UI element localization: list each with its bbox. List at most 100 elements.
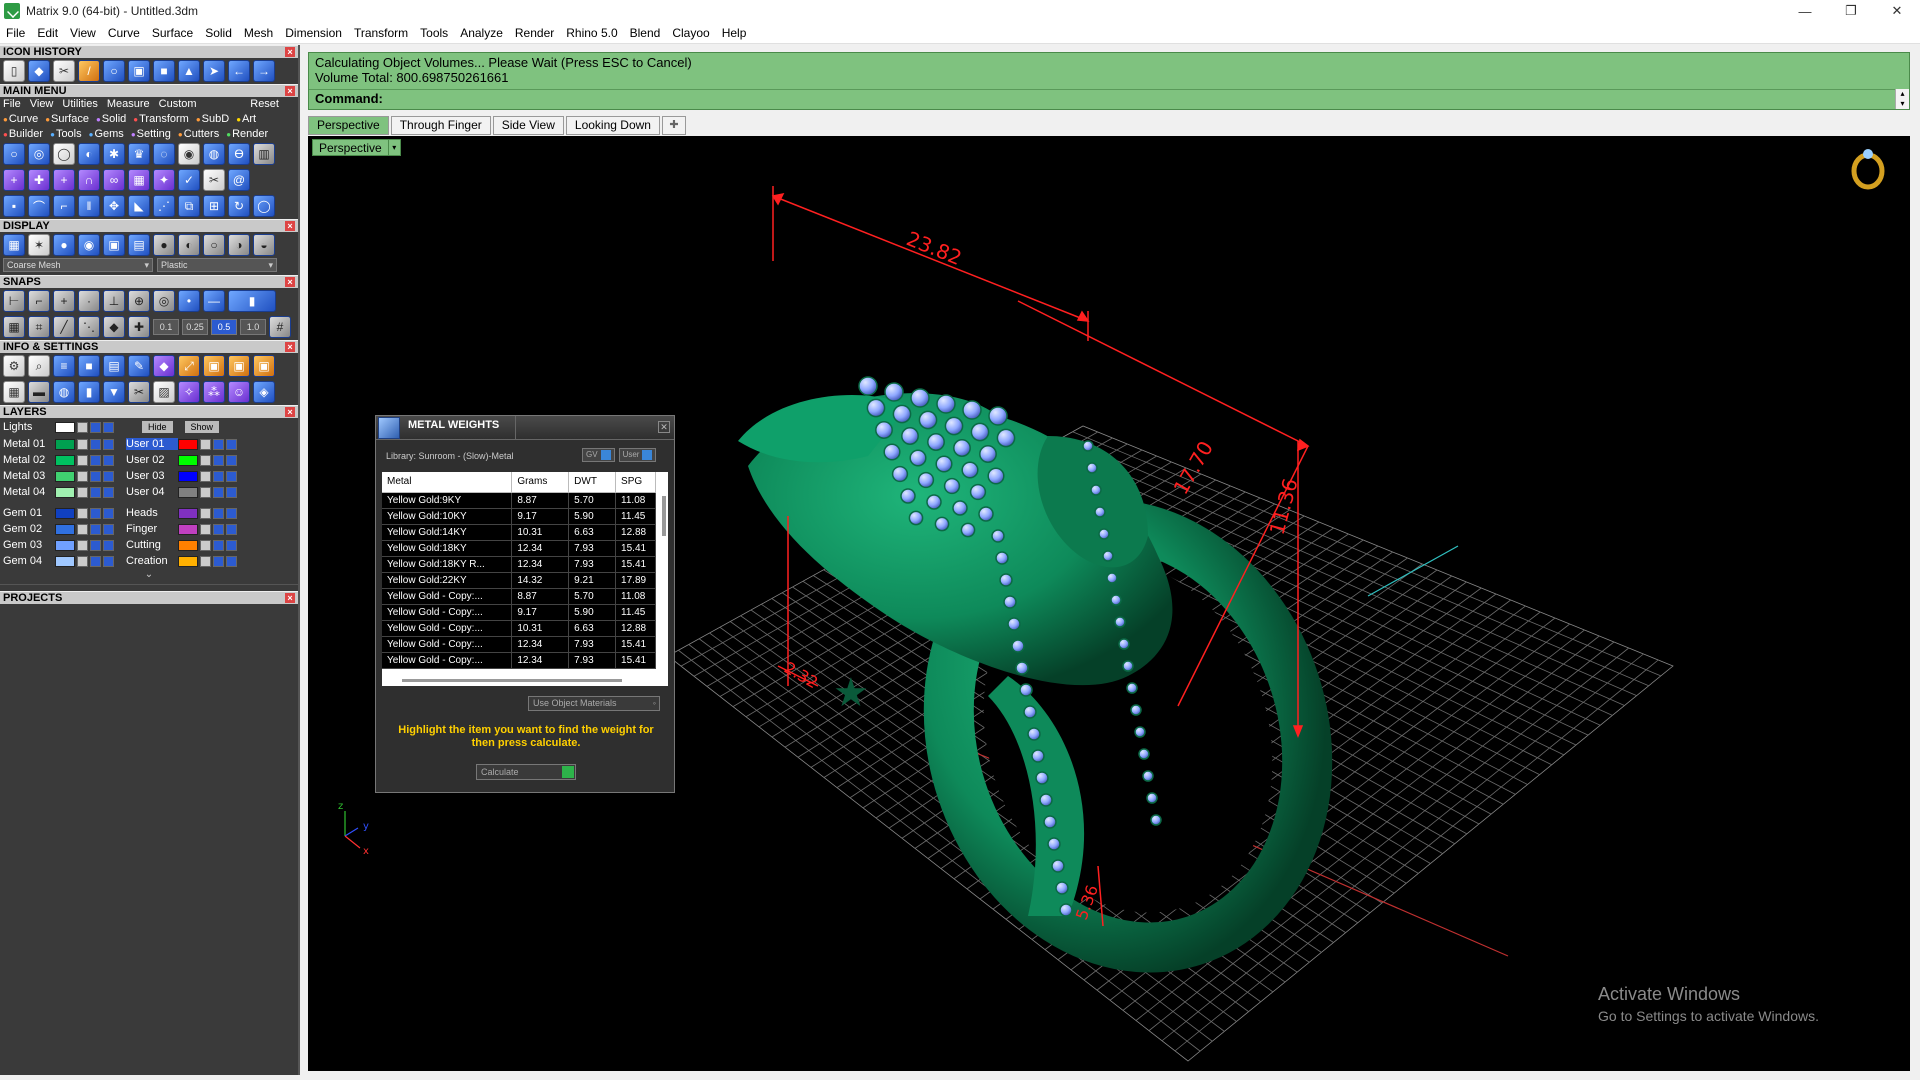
table-horizontal-scrollbar[interactable]	[402, 679, 622, 682]
eye-icon[interactable]	[213, 507, 224, 519]
table-row[interactable]: Yellow Gold:9KY 8.87 5.70 11.08	[382, 492, 656, 509]
toggle-icon[interactable]	[103, 486, 114, 498]
snap-quad-icon[interactable]: ◎	[153, 290, 175, 312]
table-row[interactable]: Yellow Gold - Copy:... 12.34 7.93 15.41	[382, 636, 656, 653]
layer-heads[interactable]: Heads	[126, 507, 178, 519]
lock-icon[interactable]	[200, 523, 211, 535]
lock-icon[interactable]	[77, 470, 88, 482]
minimize-button[interactable]: —	[1782, 0, 1828, 22]
bezel-icon[interactable]: ◎	[28, 143, 50, 165]
eye-icon[interactable]	[90, 454, 101, 466]
lights-toggle-icon[interactable]	[103, 421, 114, 433]
arc-icon[interactable]: ∩	[78, 169, 100, 191]
layer-gem-04[interactable]: Gem 04	[3, 555, 55, 567]
cat-curve[interactable]: Curve	[3, 113, 38, 125]
toggle-icon[interactable]	[226, 539, 237, 551]
toggle-icon[interactable]	[103, 470, 114, 482]
snap-value-1-0[interactable]: 1.0	[240, 319, 266, 335]
group-icon[interactable]: ▪	[3, 195, 25, 217]
cutter-icon[interactable]: ◍	[203, 143, 225, 165]
layer-gem-01[interactable]: Gem 01	[3, 507, 55, 519]
eye-icon[interactable]	[213, 555, 224, 567]
eye-icon[interactable]	[90, 555, 101, 567]
layer-color-swatch[interactable]	[178, 470, 198, 482]
use-object-materials-dropdown[interactable]: Use Object Materials	[528, 696, 660, 711]
cylinder-icon[interactable]: ▮	[78, 381, 100, 403]
cube-icon[interactable]: ■	[153, 60, 175, 82]
document-icon[interactable]: ▤	[103, 355, 125, 377]
lock-icon[interactable]	[200, 555, 211, 567]
metal-weights-titlebar[interactable]: METAL WEIGHTS ✕	[376, 415, 674, 440]
figure-icon[interactable]: ☺	[228, 381, 250, 403]
lock-icon[interactable]	[200, 507, 211, 519]
menu-dimension[interactable]: Dimension	[279, 26, 348, 40]
settings-icon[interactable]: ⚙	[3, 355, 25, 377]
shaded-sphere-icon[interactable]: ●	[53, 234, 75, 256]
project-icon[interactable]: ⋱	[78, 316, 100, 338]
magnify-icon[interactable]: ⌕	[28, 355, 50, 377]
layer-color-swatch[interactable]	[55, 539, 75, 551]
table-row[interactable]: Yellow Gold:10KY 9.17 5.90 11.45	[382, 508, 656, 525]
cat-solid[interactable]: Solid	[96, 113, 126, 125]
menu-view[interactable]: View	[64, 26, 102, 40]
ring-model[interactable]: ★	[738, 376, 1361, 995]
cat-subd[interactable]: SubD	[196, 113, 230, 125]
table-row[interactable]: Yellow Gold - Copy:... 10.31 6.63 12.88	[382, 620, 656, 637]
osnap-icon[interactable]: ◆	[103, 316, 125, 338]
scissors-icon[interactable]: ✂	[203, 169, 225, 191]
stone-icon[interactable]: ◈	[253, 381, 275, 403]
split-icon[interactable]: ‖	[78, 195, 100, 217]
viewport-dropdown-icon[interactable]: ▾	[388, 139, 401, 156]
mirror-icon[interactable]: ⧉	[178, 195, 200, 217]
eye-icon[interactable]	[213, 523, 224, 535]
material-sphere-3-icon[interactable]: ○	[203, 234, 225, 256]
prong-icon[interactable]: ✱	[103, 143, 125, 165]
layer-color-swatch[interactable]	[55, 555, 75, 567]
snap-value-0-25[interactable]: 0.25	[182, 319, 208, 335]
table-row[interactable]: Yellow Gold:22KY 14.32 9.21 17.89	[382, 572, 656, 589]
column-spg[interactable]: SPG	[615, 472, 656, 493]
main-menu-custom[interactable]: Custom	[159, 98, 197, 111]
menu-rhino[interactable]: Rhino 5.0	[560, 26, 623, 40]
add-point-icon[interactable]: +	[53, 169, 75, 191]
snap-toggle-icon[interactable]: ▮	[228, 290, 276, 312]
lock-icon[interactable]	[77, 438, 88, 450]
screenshot-icon[interactable]: ▤	[128, 234, 150, 256]
close-icon[interactable]: ×	[285, 342, 295, 352]
layer-user-04[interactable]: User 04	[126, 486, 178, 498]
hide-button[interactable]: Hide	[142, 421, 173, 433]
gem-setting-icon[interactable]: ◆	[28, 60, 50, 82]
planar-icon[interactable]: ╱	[53, 316, 75, 338]
ring-icon[interactable]: ○	[103, 60, 125, 82]
command-scrollbar[interactable]: ▴ ▾	[1895, 89, 1909, 109]
eye-icon[interactable]	[213, 454, 224, 466]
curve-icon[interactable]: ⌒	[28, 195, 50, 217]
layer-finger[interactable]: Finger	[126, 523, 178, 535]
eye-icon[interactable]	[90, 486, 101, 498]
box-icon[interactable]: ■	[78, 355, 100, 377]
forward-arrow-icon[interactable]: →	[253, 60, 275, 82]
snap-int-icon[interactable]: •	[178, 290, 200, 312]
close-button[interactable]: ✕	[1874, 0, 1920, 22]
plus-icon[interactable]: ✚	[28, 169, 50, 191]
table-row[interactable]: Yellow Gold:14KY 10.31 6.63 12.88	[382, 524, 656, 541]
mesh-dropdown[interactable]: Coarse Mesh	[3, 258, 153, 272]
cat-setting[interactable]: Setting	[131, 128, 171, 140]
main-menu-file[interactable]: File	[3, 98, 21, 111]
circle-icon[interactable]: ○	[3, 143, 25, 165]
eye-icon[interactable]	[213, 438, 224, 450]
layer-user-02[interactable]: User 02	[126, 454, 178, 466]
layers-icon[interactable]: ≡	[53, 355, 75, 377]
snap-center-icon[interactable]: ⊕	[128, 290, 150, 312]
menu-clayoo[interactable]: Clayoo	[666, 26, 715, 40]
column-grams[interactable]: Grams	[511, 472, 570, 493]
new-file-icon[interactable]: ▯	[3, 60, 25, 82]
eye-icon[interactable]	[90, 470, 101, 482]
toggle-icon[interactable]	[226, 486, 237, 498]
twist-icon[interactable]: ∞	[103, 169, 125, 191]
menu-analyze[interactable]: Analyze	[454, 26, 509, 40]
toggle-icon[interactable]	[103, 454, 114, 466]
grid-icon[interactable]: #	[269, 316, 291, 338]
lock-icon[interactable]	[77, 555, 88, 567]
cat-render[interactable]: Render	[226, 128, 268, 140]
